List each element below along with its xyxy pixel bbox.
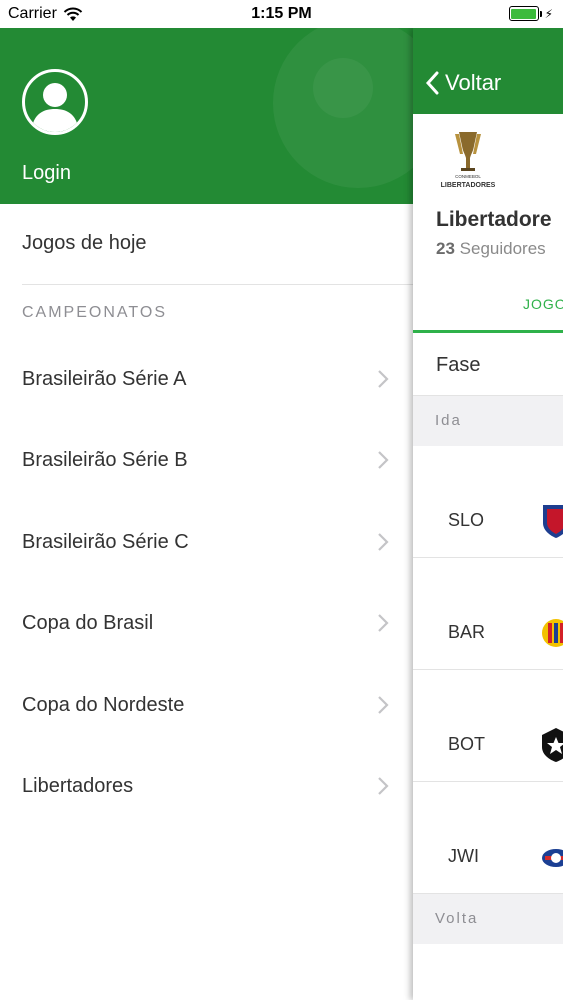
match-row[interactable]: SLO (413, 446, 563, 558)
menu-item-copa-do-brasil[interactable]: Copa do Brasil (0, 584, 413, 665)
botafogo-crest-icon (542, 728, 563, 762)
libertadores-logo: CONMEBOL LIBERTADORES (437, 128, 499, 192)
league-title: Libertadore (436, 208, 552, 231)
menu-item-brasileirao-c[interactable]: Brasileirão Série C (0, 503, 413, 584)
tab-jogos[interactable]: JOGO (523, 296, 563, 312)
back-label: Voltar (445, 70, 502, 95)
chevron-left-icon (425, 71, 439, 95)
team-abbr: BAR (448, 622, 486, 642)
menu-item-label: Brasileirão Série B (22, 449, 188, 471)
menu-item-brasileirao-a[interactable]: Brasileirão Série A (0, 340, 413, 421)
status-bar: Carrier 1:15 PM ⚡ (0, 0, 563, 28)
back-button[interactable]: Voltar (425, 70, 501, 96)
menu-item-brasileirao-b[interactable]: Brasileirão Série B (0, 421, 413, 502)
chevron-right-icon (378, 370, 389, 388)
match-row[interactable]: BAR (413, 558, 563, 670)
team-abbr: SLO (448, 510, 485, 530)
menu-item-label: Libertadores (22, 775, 134, 797)
status-time: 1:15 PM (251, 5, 312, 22)
section-header-volta: Volta (413, 894, 563, 944)
chevron-right-icon (378, 777, 389, 795)
barcelona-crest-icon (542, 619, 563, 647)
chevron-right-icon (378, 614, 389, 632)
menu-header: Login (0, 28, 413, 204)
charging-icon: ⚡ (544, 6, 553, 21)
battery-indicator: ⚡ (508, 6, 553, 21)
match-row[interactable]: BOT (413, 670, 563, 782)
menu-item-libertadores[interactable]: Libertadores (0, 747, 413, 828)
followers-label: Seguidores (459, 239, 546, 258)
svg-text:CONMEBOL: CONMEBOL (455, 174, 481, 179)
menu-item-label: Copa do Brasil (22, 612, 154, 634)
user-icon (31, 83, 79, 132)
login-link[interactable]: Login (22, 162, 71, 185)
chevron-right-icon (378, 451, 389, 469)
league-panel: Voltar CONMEBOL LIBERTADORES Libertadore… (413, 28, 563, 1000)
avatar[interactable] (22, 69, 88, 135)
side-menu: Login Jogos de hoje CAMPEONATOS Brasilei… (0, 28, 413, 1000)
menu-item-label: Brasileirão Série A (22, 368, 187, 390)
san-lorenzo-crest-icon (543, 505, 563, 538)
phase-selector[interactable]: Fase (413, 333, 563, 396)
jorge-wilstermann-crest-icon (542, 849, 563, 867)
menu-item-label: Copa do Nordeste (22, 694, 185, 716)
chevron-right-icon (378, 533, 389, 551)
menu-item-label: Jogos de hoje (22, 232, 147, 254)
match-row[interactable]: JWI (413, 782, 563, 894)
section-header-ida: Ida (413, 396, 563, 446)
nav-bar: Voltar (413, 28, 563, 114)
phase-label: Fase (436, 354, 481, 376)
battery-icon (508, 6, 539, 21)
team-abbr: BOT (448, 734, 486, 754)
followers-count: 23 Seguidores (436, 239, 546, 259)
menu-item-copa-do-nordeste[interactable]: Copa do Nordeste (0, 666, 413, 747)
svg-text:LIBERTADORES: LIBERTADORES (441, 182, 496, 189)
menu-item-today[interactable]: Jogos de hoje (0, 204, 413, 284)
team-abbr: JWI (448, 846, 479, 866)
divider (22, 284, 413, 285)
section-label: Volta (435, 910, 479, 927)
followers-number: 23 (436, 239, 455, 258)
menu-item-label: Brasileirão Série C (22, 531, 189, 553)
section-label: Ida (435, 412, 462, 429)
section-title-campeonatos: CAMPEONATOS (22, 304, 167, 321)
chevron-right-icon (378, 696, 389, 714)
